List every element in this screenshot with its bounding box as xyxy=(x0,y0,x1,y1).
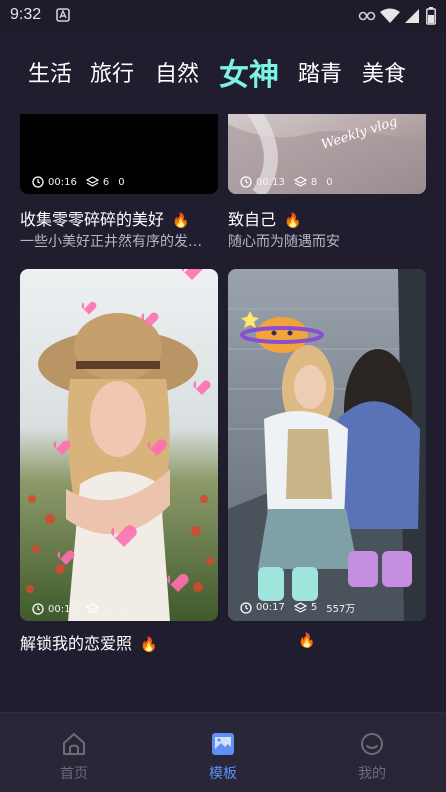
status-bar: 9:32 xyxy=(0,0,446,32)
card-description: 一些小美好正井然有序的发… xyxy=(20,234,202,250)
nav-template[interactable]: 模板 xyxy=(149,713,297,792)
card-uses: 0 xyxy=(118,176,125,188)
card-thumbnail xyxy=(20,269,218,621)
clock-icon xyxy=(240,601,252,614)
clock-icon xyxy=(240,176,252,188)
card-meta: 00:13 8 0 xyxy=(240,176,342,188)
card-uses: 0 xyxy=(326,176,333,188)
clock-icon xyxy=(32,603,44,615)
status-time: 9:32 xyxy=(10,6,42,23)
fire-icon: 🔥 xyxy=(172,213,190,229)
notification-icon xyxy=(56,8,70,22)
nav-profile-label: 我的 xyxy=(358,766,386,782)
card-description: 随心而为随遇而安 xyxy=(228,234,340,250)
vpn-key-icon xyxy=(358,11,376,21)
layers-icon xyxy=(85,603,99,614)
card-duration: 00:16 xyxy=(48,176,77,188)
profile-icon xyxy=(361,733,383,755)
template-card[interactable]: 00:16 6 0 xyxy=(20,114,218,194)
home-icon xyxy=(63,733,85,755)
card-title: 致自己 🔥 xyxy=(228,210,302,229)
tab-outing[interactable]: 踏青 xyxy=(298,56,342,88)
nav-home-label: 首页 xyxy=(60,766,88,782)
nav-template-label: 模板 xyxy=(209,766,237,782)
card-layers: 8 xyxy=(310,176,318,188)
card-uses: 0 xyxy=(118,603,125,615)
card-thumbnail xyxy=(228,269,426,621)
layers-icon xyxy=(293,176,307,187)
card-layers: 2 xyxy=(102,603,110,615)
nav-home[interactable]: 首页 xyxy=(0,713,148,792)
card-title: 解锁我的恋爱照 🔥 xyxy=(20,634,158,653)
card-layers: 6 xyxy=(102,176,110,188)
card-title: 收集零零碎碎的美好 🔥 xyxy=(20,210,190,229)
battery-icon xyxy=(426,7,436,25)
bottom-nav: 首页 模板 我的 xyxy=(0,712,446,792)
category-tabs: 生活 旅行 自然 女神 踏青 美食 xyxy=(0,32,446,114)
tab-food[interactable]: 美食 xyxy=(362,56,406,88)
wifi-icon xyxy=(380,8,400,23)
card-meta: 00:15 2 0 xyxy=(32,603,134,615)
layers-icon xyxy=(293,601,307,613)
fire-icon: 🔥 xyxy=(298,633,316,649)
tab-nature[interactable]: 自然 xyxy=(155,56,199,88)
nav-profile[interactable]: 我的 xyxy=(298,713,446,792)
layers-icon xyxy=(85,176,99,187)
template-card[interactable]: 00:15 2 0 xyxy=(20,269,218,621)
fire-icon: 🔥 xyxy=(284,213,302,229)
card-meta: 00:16 6 0 xyxy=(32,176,134,188)
clock-icon xyxy=(32,176,44,188)
card-duration: 00:15 xyxy=(48,603,77,615)
signal-icon xyxy=(405,9,419,23)
template-grid: 00:16 6 0 Weekly vlog 00:13 8 0 收集零零碎碎的美… xyxy=(0,114,446,712)
card-duration: 00:17 xyxy=(256,602,285,613)
template-card[interactable]: Weekly vlog 00:13 8 0 xyxy=(228,114,426,194)
card-uses: 557万 xyxy=(326,604,356,615)
card-title: 🔥 xyxy=(228,630,315,649)
card-duration: 00:13 xyxy=(256,176,285,188)
card-meta: 00:17 5 557万 xyxy=(240,600,364,615)
card-layers: 5 xyxy=(310,602,318,613)
fire-icon: 🔥 xyxy=(140,637,158,653)
tab-travel[interactable]: 旅行 xyxy=(90,56,134,88)
template-icon xyxy=(212,733,234,755)
template-card[interactable]: 00:17 5 557万 xyxy=(228,269,426,621)
tab-life[interactable]: 生活 xyxy=(28,56,72,88)
tab-goddess[interactable]: 女神 xyxy=(219,50,279,94)
